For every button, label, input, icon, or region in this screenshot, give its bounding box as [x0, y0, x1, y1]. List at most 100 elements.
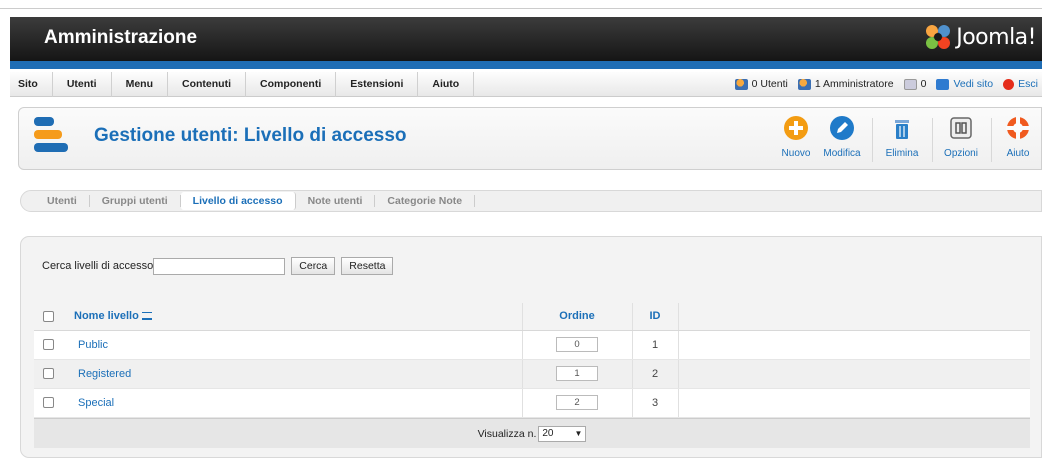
- options-label: Opzioni: [944, 148, 978, 159]
- filler-cell: [678, 388, 1030, 418]
- filter-bar: Cerca livelli di accesso Cerca Resetta: [42, 257, 399, 275]
- content-panel: Cerca livelli di accesso Cerca Resetta N…: [20, 236, 1042, 458]
- filler-cell: [678, 330, 1030, 360]
- column-filler: [678, 303, 1030, 331]
- table-row: Registered 1 2: [34, 359, 1030, 389]
- subnav-user-notes[interactable]: Note utenti: [296, 195, 376, 207]
- logout-icon: [1003, 78, 1015, 90]
- toolbar-separator: [991, 118, 992, 162]
- column-order[interactable]: Ordine: [521, 303, 632, 331]
- order-cell: 0: [521, 330, 632, 360]
- order-input[interactable]: 0: [556, 337, 598, 352]
- toolbar: Gestione utenti: Livello di accesso Nuov…: [18, 107, 1042, 170]
- order-input[interactable]: 1: [556, 366, 598, 381]
- row-select-cell: [34, 388, 64, 418]
- admin-title: Amministrazione: [44, 27, 198, 48]
- filler-cell: [678, 359, 1030, 389]
- menu-item-estensioni[interactable]: Estensioni: [336, 71, 419, 97]
- header-accent-bar: [10, 61, 1042, 69]
- view-site-link[interactable]: Vedi sito: [936, 78, 993, 90]
- id-cell: 1: [631, 330, 679, 360]
- options-icon: [950, 117, 972, 139]
- search-label: Cerca livelli di accesso: [42, 260, 154, 272]
- subnav-users[interactable]: Utenti: [35, 195, 90, 207]
- row-checkbox[interactable]: [43, 368, 54, 380]
- users-online-label: 0 Utenti: [751, 78, 788, 90]
- monitor-icon: [936, 78, 950, 90]
- menu-item-utenti[interactable]: Utenti: [53, 71, 112, 97]
- status-bar: 0 Utenti 1 Amministratore 0 Vedi sito Es…: [725, 78, 1042, 90]
- new-label: Nuovo: [781, 148, 811, 159]
- select-all-cell: [34, 303, 64, 331]
- lifebuoy-icon: [1006, 116, 1030, 140]
- order-cell: 1: [521, 359, 632, 389]
- subnav-note-categories[interactable]: Categorie Note: [375, 195, 476, 207]
- pagination-label: Visualizza n.: [477, 427, 537, 440]
- row-select-cell: [34, 330, 64, 360]
- help-button[interactable]: Aiuto: [995, 115, 1041, 159]
- main-menu: Sito Utenti Menu Contenuti Componenti Es…: [10, 71, 1042, 97]
- joomla-logo[interactable]: Joomla!: [923, 22, 1036, 52]
- logout-label: Esci: [1018, 78, 1038, 90]
- users-icon: [734, 78, 748, 90]
- table-row: Public 0 1: [34, 330, 1030, 360]
- access-levels-table: Nome livello Ordine ID Public 0 1 Regist…: [34, 303, 1030, 418]
- delete-label: Elimina: [885, 148, 919, 159]
- row-select-cell: [34, 359, 64, 389]
- toolbar-separator: [932, 118, 933, 162]
- toolbar-separator: [872, 118, 873, 162]
- pagination-footer: Visualizza n. 20 ▼: [34, 418, 1030, 448]
- menu-item-contenuti[interactable]: Contenuti: [168, 71, 247, 97]
- messages-icon: [903, 78, 917, 90]
- id-cell: 2: [631, 359, 679, 389]
- order-cell: 2: [521, 388, 632, 418]
- table-header-row: Nome livello Ordine ID: [34, 303, 1030, 331]
- logout-link[interactable]: Esci: [1003, 78, 1038, 90]
- level-name-link[interactable]: Public: [64, 330, 522, 360]
- row-checkbox[interactable]: [43, 397, 54, 409]
- chevron-down-icon: ▼: [574, 429, 583, 438]
- trash-icon: [895, 120, 909, 139]
- help-label: Aiuto: [1006, 148, 1030, 159]
- edit-button[interactable]: Modifica: [817, 115, 867, 159]
- menu-item-aiuto[interactable]: Aiuto: [418, 71, 475, 97]
- column-name[interactable]: Nome livello: [64, 303, 522, 331]
- view-site-label: Vedi sito: [953, 78, 994, 90]
- status-messages[interactable]: 0: [903, 78, 927, 90]
- table-row: Special 2 3: [34, 388, 1030, 418]
- order-input[interactable]: 2: [556, 395, 598, 410]
- options-button[interactable]: Opzioni: [936, 115, 986, 159]
- status-users-online: 0 Utenti: [734, 78, 788, 90]
- admins-label: 1 Amministratore: [814, 78, 894, 90]
- menu-item-sito[interactable]: Sito: [10, 71, 53, 97]
- messages-count: 0: [920, 78, 927, 90]
- submenu: Utenti Gruppi utenti Livello di accesso …: [20, 190, 1042, 212]
- top-border: [0, 0, 1042, 9]
- admin-header: Amministrazione Joomla!: [10, 17, 1042, 61]
- search-input[interactable]: [153, 257, 286, 275]
- column-name-label: Nome livello: [74, 310, 139, 323]
- menu-item-menu[interactable]: Menu: [112, 71, 169, 97]
- subnav-access-levels[interactable]: Livello di accesso: [180, 192, 296, 210]
- row-checkbox[interactable]: [43, 339, 54, 351]
- joomla-wordmark: Joomla!: [956, 24, 1036, 50]
- admin-icon: [797, 78, 811, 90]
- search-button[interactable]: Cerca: [291, 257, 336, 275]
- column-id[interactable]: ID: [631, 303, 679, 331]
- select-all-checkbox[interactable]: [43, 310, 54, 322]
- reset-button[interactable]: Resetta: [341, 257, 394, 275]
- edit-label: Modifica: [823, 148, 861, 159]
- subnav-groups[interactable]: Gruppi utenti: [90, 195, 181, 207]
- menu-item-componenti[interactable]: Componenti: [246, 71, 337, 97]
- pencil-icon: [830, 116, 854, 140]
- page-size-select[interactable]: 20 ▼: [538, 425, 587, 442]
- status-admins: 1 Amministratore: [797, 78, 894, 90]
- page-size-value: 20: [542, 428, 554, 439]
- sort-icon: [141, 312, 152, 321]
- access-levels-icon: [34, 117, 68, 152]
- level-name-link[interactable]: Registered: [64, 359, 522, 389]
- level-name-link[interactable]: Special: [64, 388, 522, 418]
- delete-button[interactable]: Elimina: [877, 115, 927, 159]
- joomla-logo-icon: [926, 25, 951, 49]
- new-button[interactable]: Nuovo: [771, 115, 821, 159]
